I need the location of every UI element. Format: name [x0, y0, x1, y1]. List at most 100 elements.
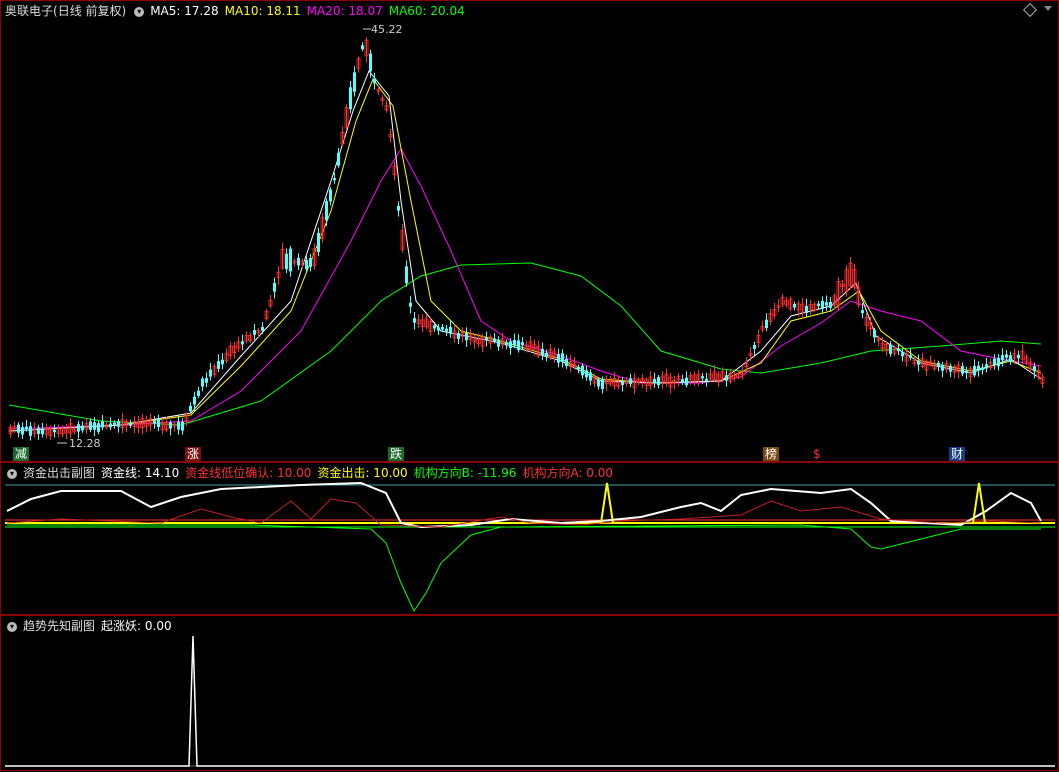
candle-body: [793, 303, 796, 308]
candle-body: [329, 189, 332, 202]
candle-body: [189, 405, 192, 412]
candle-body: [337, 152, 340, 166]
ma10-line: [8, 77, 1042, 432]
candle-body: [657, 377, 660, 386]
main-chart-panel[interactable]: 奥联电子(日线 前复权) ▾ MA5: 17.28 MA10: 18.11 MA20: …: [0, 0, 1059, 462]
candle-body: [701, 376, 704, 379]
event-marker-rise[interactable]: 涨: [185, 447, 202, 461]
candle-body: [181, 421, 184, 431]
capital-strike-plot[interactable]: [1, 463, 1059, 616]
candle-body: [193, 396, 196, 405]
candle-body: [621, 381, 624, 385]
candle-body: [217, 361, 220, 369]
candle-body: [541, 348, 544, 356]
candle-body: [93, 422, 96, 430]
candle-body: [941, 364, 944, 371]
candle-body: [177, 421, 180, 430]
candle-body: [373, 78, 376, 84]
candle-body: [889, 344, 892, 354]
event-marker-finance[interactable]: 财: [949, 447, 966, 461]
candle-body: [369, 53, 372, 72]
candle-body: [297, 257, 300, 266]
candle-body: [413, 318, 416, 323]
candle-body: [509, 341, 512, 349]
candle-body: [25, 426, 28, 430]
candle-body: [561, 353, 564, 362]
candle-body: [753, 344, 756, 349]
candle-body: [825, 302, 828, 306]
candle-body: [261, 326, 264, 331]
candle-body: [21, 427, 24, 435]
candle-body: [685, 377, 688, 386]
candle-body: [205, 378, 208, 383]
candle-body: [629, 378, 632, 385]
candle-body: [273, 282, 276, 292]
event-marker-reduce[interactable]: 减: [13, 447, 30, 461]
candle-body: [89, 421, 92, 430]
trend-foresight-subchart[interactable]: ▾ 趋势先知副图 起涨妖: 0.00: [0, 615, 1059, 771]
candle-body: [445, 328, 448, 332]
candle-body: [485, 337, 488, 341]
candle-body: [201, 378, 204, 387]
candle-body: [493, 338, 496, 342]
candle-body: [765, 319, 768, 329]
candle-body: [1001, 355, 1004, 361]
candle-body: [681, 379, 684, 383]
candle-body: [305, 259, 308, 270]
candle-body: [113, 422, 116, 425]
candle-body: [497, 339, 500, 347]
candle-body: [437, 327, 440, 331]
candle-body: [1017, 354, 1020, 359]
candle-body: [517, 340, 520, 351]
candle-body: [37, 427, 40, 434]
candle-body: [937, 362, 940, 367]
event-marker-list[interactable]: 榜: [763, 447, 780, 461]
event-marker-fall[interactable]: 跌: [388, 447, 405, 461]
strike-spike: [972, 482, 986, 524]
candle-body: [433, 325, 436, 329]
high-price-label: 45.22: [371, 23, 403, 36]
candle-body: [53, 429, 56, 433]
candle-body: [361, 45, 364, 50]
candle-body: [29, 426, 32, 436]
candle-body: [565, 358, 568, 366]
candle-body: [129, 423, 132, 426]
candle-body: [465, 333, 468, 341]
capital-strike-subchart[interactable]: ▾ 资金出击副图 资金线: 14.10 资金线低位确认: 10.00 资金出击: 10.…: [0, 462, 1059, 615]
candle-body: [861, 310, 864, 314]
candle-body: [405, 266, 408, 284]
candle-body: [601, 379, 604, 390]
candle-body: [1005, 354, 1008, 358]
candle-body: [41, 429, 44, 435]
candle-body: [585, 370, 588, 378]
candle-body: [589, 372, 592, 381]
candle-body: [253, 330, 256, 335]
candle-body: [285, 253, 288, 270]
candle-body: [901, 352, 904, 357]
candle-body: [157, 419, 160, 428]
candle-body: [309, 257, 312, 267]
rise-demon-line: [5, 635, 1055, 767]
candle-body: [705, 378, 708, 381]
candle-body: [169, 422, 172, 429]
strike-spike: [600, 482, 614, 524]
candle-body: [577, 366, 580, 369]
candle-body: [997, 357, 1000, 367]
candlestick-chart[interactable]: [1, 1, 1059, 463]
candle-body: [965, 370, 968, 374]
candle-body: [153, 420, 156, 424]
candle-body: [449, 326, 452, 334]
candle-body: [349, 87, 352, 110]
candle-body: [317, 232, 320, 253]
event-marker-dollar[interactable]: $: [811, 447, 823, 461]
candle-body: [873, 330, 876, 338]
candle-body: [513, 339, 516, 346]
candle-body: [81, 425, 84, 431]
candle-body: [209, 369, 212, 377]
candle-body: [333, 178, 336, 181]
low-price-label: 12.28: [69, 437, 101, 450]
candle-body: [289, 248, 292, 272]
candle-body: [909, 355, 912, 358]
trend-foresight-plot[interactable]: [1, 616, 1059, 772]
candle-body: [981, 367, 984, 371]
